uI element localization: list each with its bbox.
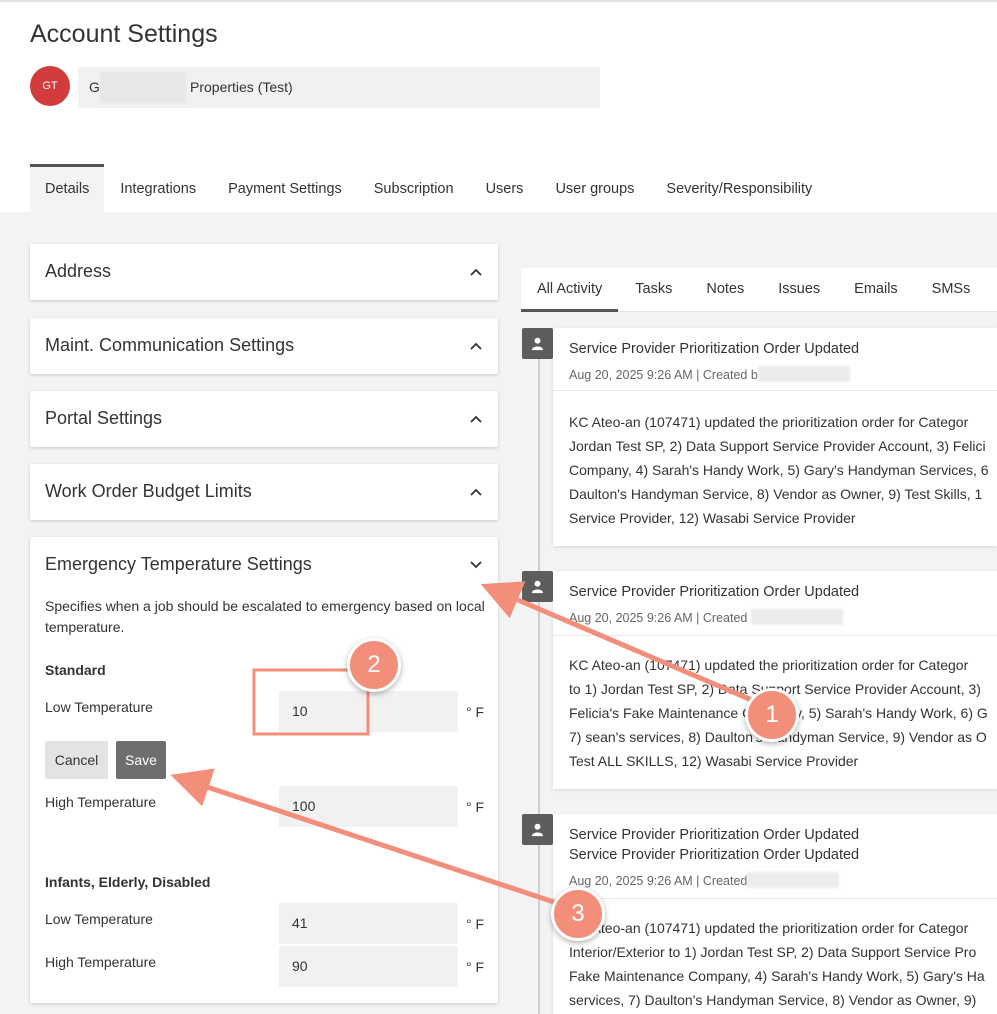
panel-description: Specifies when a job should be escalated… [45, 598, 485, 635]
standard-low-temperature-input[interactable]: 10 [279, 691, 458, 732]
activity-meta-text: Aug 20, 2025 9:26 AM | Created [569, 611, 748, 625]
tab-notes[interactable]: Notes [689, 268, 761, 312]
redacted-text [757, 366, 850, 382]
panel-title: Maint. Communication Settings [45, 335, 295, 355]
activity-meta-text: Aug 20, 2025 9:26 AM | Created b [569, 368, 758, 382]
chevron-up-icon[interactable] [468, 338, 484, 354]
save-button[interactable]: Save [116, 741, 166, 779]
chevron-up-icon[interactable] [468, 264, 484, 280]
activity-line: KC Ateo-an (107471) updated the prioriti… [569, 920, 969, 936]
user-icon [522, 814, 553, 845]
activity-line: services, 7) Daulton's Handyman Service,… [569, 992, 977, 1008]
tab-issues[interactable]: Issues [761, 268, 837, 312]
redacted-text [100, 72, 186, 103]
activity-item[interactable]: Service Provider Prioritization Order Up… [553, 328, 997, 546]
tab-all-activity[interactable]: All Activity [521, 268, 619, 312]
activity-meta: Aug 20, 2025 9:26 AM | Created [569, 872, 840, 888]
activity-line: Jordan Test SP, 2) Data Support Service … [569, 438, 986, 454]
tab-smss[interactable]: SMSs [915, 268, 988, 312]
emergency-temperature-panel: Emergency Temperature Settings Specifies… [30, 537, 498, 1003]
annotation-badge-2: 2 [347, 638, 401, 692]
tab-details[interactable]: Details [30, 164, 105, 212]
activity-line: Company, 4) Sarah's Handy Work, 5) Gary'… [569, 462, 989, 478]
vulnerable-low-label: Low Temperature [45, 911, 153, 927]
activity-meta-text: Aug 20, 2025 9:26 AM | Created [569, 874, 748, 888]
annotation-badge-1: 1 [745, 688, 799, 742]
budget-limits-panel: Work Order Budget Limits [30, 464, 498, 520]
activity-item[interactable]: Service Provider Prioritization Order Up… [553, 571, 997, 789]
unit-label: ° F [466, 916, 485, 932]
activity-tabs: All Activity Tasks Notes Issues Emails S… [521, 268, 997, 312]
cancel-button[interactable]: Cancel [45, 741, 108, 779]
timeline-line [538, 330, 540, 1014]
standard-high-temperature-input[interactable]: 100 [279, 786, 458, 827]
tab-payment-settings[interactable]: Payment Settings [212, 164, 358, 212]
vulnerable-high-label: High Temperature [45, 954, 157, 970]
annotation-badge-3: 3 [551, 887, 605, 941]
activity-item[interactable]: Service Provider Prioritization Order Up… [553, 814, 997, 1014]
tab-integrations[interactable]: Integrations [104, 164, 212, 212]
activity-meta: Aug 20, 2025 9:26 AM | Created b [569, 366, 850, 382]
vulnerable-heading: Infants, Elderly, Disabled [45, 874, 211, 890]
panel-title: Portal Settings [45, 408, 163, 428]
company-name-suffix: Properties (Test) [190, 79, 293, 95]
user-icon [522, 571, 553, 602]
page-title: Account Settings [30, 20, 218, 48]
activity-title: Service Provider Prioritization Order Up… [569, 341, 860, 357]
maint-communication-panel-header[interactable]: Maint. Communication Settings [30, 318, 498, 374]
budget-limits-panel-header[interactable]: Work Order Budget Limits [30, 464, 498, 520]
activity-body: KC Ateo-an (107471) updated the prioriti… [569, 916, 985, 1012]
top-divider [0, 0, 997, 2]
vulnerable-low-temperature-input[interactable]: 41 [279, 903, 458, 944]
unit-label: ° F [466, 704, 485, 720]
activity-title: Service Provider Prioritization Order Up… [569, 847, 860, 863]
activity-line: Daulton's Handyman Service, 8) Vendor as… [569, 486, 983, 502]
vulnerable-high-temperature-input[interactable]: 90 [279, 946, 458, 987]
divider [553, 390, 997, 391]
company-name-field: G Properties (Test) [78, 67, 600, 108]
activity-title: Service Provider Prioritization Order Up… [569, 827, 860, 843]
maint-communication-panel: Maint. Communication Settings [30, 318, 498, 374]
tab-subscription[interactable]: Subscription [358, 164, 470, 212]
settings-tabs: Details Integrations Payment Settings Su… [30, 164, 828, 212]
tab-emails[interactable]: Emails [837, 268, 915, 312]
unit-label: ° F [466, 799, 485, 815]
tab-user-groups[interactable]: User groups [539, 164, 650, 212]
chevron-up-icon[interactable] [468, 484, 484, 500]
activity-line: Test ALL SKILLS, 12) Wasabi Service Prov… [569, 753, 859, 769]
user-icon [522, 328, 553, 359]
divider [553, 898, 997, 899]
redacted-text [750, 609, 843, 625]
standard-low-label: Low Temperature [45, 699, 153, 715]
redacted-text [747, 872, 840, 888]
company-name-prefix: G [89, 79, 100, 95]
activity-line: KC Ateo-an (107471) updated the prioriti… [569, 657, 969, 673]
activity-body: KC Ateo-an (107471) updated the prioriti… [569, 410, 989, 530]
activity-line: Service Provider, 12) Wasabi Service Pro… [569, 510, 856, 526]
avatar: GT [30, 66, 70, 106]
standard-high-label: High Temperature [45, 794, 157, 810]
portal-settings-panel-header[interactable]: Portal Settings [30, 391, 498, 447]
standard-heading: Standard [45, 662, 106, 678]
chevron-up-icon[interactable] [468, 411, 484, 427]
activity-line: Fake Maintenance Company, 4) Sarah's Han… [569, 968, 985, 984]
address-panel: Address [30, 244, 498, 300]
panel-title: Address [45, 261, 112, 281]
panel-title: Work Order Budget Limits [45, 481, 252, 501]
activity-title: Service Provider Prioritization Order Up… [569, 584, 860, 600]
unit-label: ° F [466, 959, 485, 975]
activity-meta: Aug 20, 2025 9:26 AM | Created [569, 609, 843, 625]
emergency-temperature-panel-header[interactable]: Emergency Temperature Settings [30, 537, 498, 593]
tab-users[interactable]: Users [470, 164, 540, 212]
panel-title: Emergency Temperature Settings [45, 554, 312, 574]
address-panel-header[interactable]: Address [30, 244, 498, 300]
portal-settings-panel: Portal Settings [30, 391, 498, 447]
tab-tasks[interactable]: Tasks [618, 268, 689, 312]
chevron-down-icon[interactable] [468, 557, 484, 573]
tab-severity-responsibility[interactable]: Severity/Responsibility [650, 164, 828, 212]
activity-line: KC Ateo-an (107471) updated the prioriti… [569, 414, 969, 430]
activity-line: Interior/Exterior to 1) Jordan Test SP, … [569, 944, 977, 960]
divider [553, 635, 997, 636]
